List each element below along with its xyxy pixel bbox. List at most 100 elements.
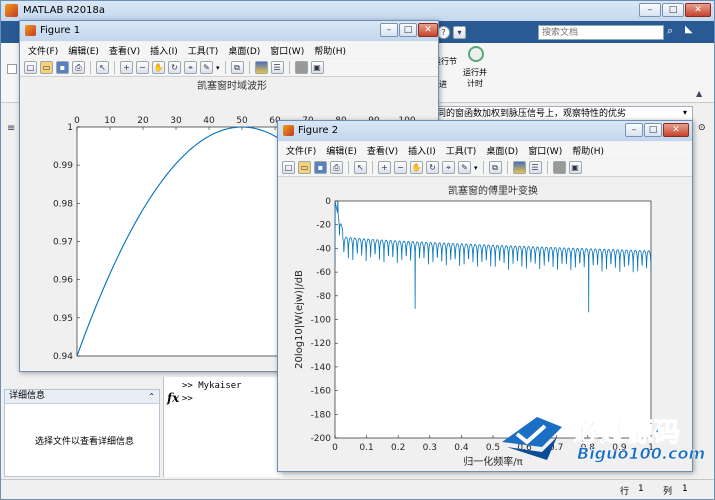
command-history-line: >> Mykaiser: [182, 381, 242, 391]
search-icon[interactable]: ⌕: [667, 24, 681, 39]
details-empty-text: 选择文件以查看详细信息: [35, 437, 135, 447]
figure2-title-bar: Figure 2 – □ ✕: [278, 121, 692, 141]
pan-icon[interactable]: ✋: [410, 161, 423, 174]
qa-dropdown-icon[interactable]: ▾: [453, 25, 466, 39]
data-cursor-icon[interactable]: ⌖: [184, 61, 197, 74]
command-window[interactable]: >> Mykaiser fx >>: [163, 377, 283, 477]
menu-item-6[interactable]: 窗口(W): [528, 144, 562, 157]
menu-item-1[interactable]: 编辑(E): [68, 44, 99, 57]
figure1-y-tick-label: 0.97: [53, 238, 73, 248]
hide-plot-tools-icon[interactable]: [294, 61, 308, 74]
menu-item-2[interactable]: 查看(V): [367, 144, 398, 157]
brush-icon[interactable]: ✎: [200, 61, 213, 74]
open-file-icon[interactable]: ▭: [40, 61, 53, 74]
new-figure-icon[interactable]: □: [24, 61, 37, 74]
show-plot-tools-icon[interactable]: ▣: [310, 61, 324, 74]
minimize-button[interactable]: –: [639, 3, 661, 17]
menu-item-0[interactable]: 文件(F): [286, 144, 316, 157]
data-cursor-icon[interactable]: ⌖: [442, 161, 455, 174]
link-plot-icon[interactable]: ⧉: [488, 161, 502, 174]
menu-item-7[interactable]: 帮助(H): [572, 144, 604, 157]
rotate-icon[interactable]: ↻: [426, 161, 439, 174]
figure1-x-tick-label: 10: [104, 116, 116, 126]
ribbon-advance-label[interactable]: 进: [439, 79, 447, 90]
toolbar-separator: [546, 161, 548, 174]
close-button[interactable]: ✕: [685, 3, 711, 17]
menu-item-5[interactable]: 桌面(D): [228, 44, 260, 57]
figure2-menubar: 文件(F) 编辑(E) 查看(V) 插入(I) 工具(T) 桌面(D) 窗口(W) 帮助(H): [278, 142, 692, 158]
left-panel-icon[interactable]: [7, 64, 17, 74]
legend-icon[interactable]: ☰: [528, 161, 542, 174]
figure2-y-tick-label: -180: [311, 410, 332, 420]
zoom-out-icon[interactable]: −: [136, 61, 149, 74]
save-icon[interactable]: ▪: [314, 161, 327, 174]
menu-item-5[interactable]: 桌面(D): [486, 144, 518, 157]
brush-dropdown-icon[interactable]: ▾: [216, 64, 220, 72]
menu-item-3[interactable]: 插入(I): [150, 44, 178, 57]
menu-item-2[interactable]: 查看(V): [109, 44, 140, 57]
menu-item-3[interactable]: 插入(I): [408, 144, 436, 157]
rotate-icon[interactable]: ↻: [168, 61, 181, 74]
left-panel-list-icon[interactable]: ≡: [7, 123, 15, 134]
menu-item-4[interactable]: 工具(T): [446, 144, 477, 157]
panel-options-icon[interactable]: ⊙: [698, 123, 706, 133]
colorbar-icon[interactable]: [512, 161, 526, 174]
brush-dropdown-icon[interactable]: ▾: [474, 164, 478, 172]
matlab-logo-icon: [5, 4, 18, 17]
menu-item-1[interactable]: 编辑(E): [326, 144, 357, 157]
edit-plot-icon[interactable]: ↖: [96, 61, 109, 74]
figure1-minimize-button[interactable]: –: [380, 23, 398, 37]
hide-plot-tools-icon[interactable]: [552, 161, 566, 174]
status-col-value: 1: [682, 484, 688, 494]
show-plot-tools-icon[interactable]: ▣: [568, 161, 582, 174]
zoom-in-icon[interactable]: +: [120, 61, 133, 74]
search-docs-input[interactable]: [538, 25, 664, 40]
figure1-maximize-button[interactable]: □: [399, 23, 417, 37]
open-file-icon[interactable]: ▭: [298, 161, 311, 174]
figure1-y-tick-label: 0.96: [53, 276, 73, 286]
fx-icon[interactable]: fx: [167, 391, 179, 405]
details-panel-header[interactable]: 详细信息 ⌃: [5, 390, 159, 404]
figure1-matlab-icon: [25, 25, 36, 36]
watermark-logo-icon: [502, 417, 562, 460]
figure2-y-tick-label: -20: [316, 221, 331, 231]
menu-item-4[interactable]: 工具(T): [188, 44, 219, 57]
legend-icon[interactable]: ☰: [270, 61, 284, 74]
colorbar-icon[interactable]: [254, 61, 268, 74]
figure2-x-tick-label: 0: [332, 443, 338, 453]
figure2-matlab-icon: [283, 125, 294, 136]
figure1-close-button[interactable]: ✕: [418, 23, 438, 37]
notification-icon[interactable]: ◣: [685, 24, 699, 39]
ribbon-run-advance-label[interactable]: 运行并 计时: [463, 67, 487, 89]
link-plot-icon[interactable]: ⧉: [230, 61, 244, 74]
command-prompt[interactable]: >>: [182, 394, 193, 404]
run-and-time-icon[interactable]: [468, 46, 484, 62]
menu-item-6[interactable]: 窗口(W): [270, 44, 304, 57]
toolbar-separator: [248, 61, 250, 74]
figure2-maximize-button[interactable]: □: [644, 123, 662, 137]
figure2-y-tick-label: -100: [311, 316, 332, 326]
figure2-minimize-button[interactable]: –: [625, 123, 643, 137]
figure1-y-tick-label: 0.95: [53, 314, 73, 324]
new-figure-icon[interactable]: □: [282, 161, 295, 174]
details-collapse-icon[interactable]: ⌃: [148, 390, 155, 403]
zoom-in-icon[interactable]: +: [378, 161, 391, 174]
save-icon[interactable]: ▪: [56, 61, 69, 74]
menu-item-7[interactable]: 帮助(H): [314, 44, 346, 57]
brush-icon[interactable]: ✎: [458, 161, 471, 174]
zoom-out-icon[interactable]: −: [394, 161, 407, 174]
figure1-title-bar: Figure 1 – □ ✕: [20, 21, 438, 41]
main-window-title: MATLAB R2018a: [23, 5, 106, 16]
toolbar-separator: [90, 61, 91, 74]
pan-icon[interactable]: ✋: [152, 61, 165, 74]
print-icon[interactable]: ⎙: [72, 61, 85, 74]
edit-plot-icon[interactable]: ↖: [354, 161, 367, 174]
figure2-y-tick-label: -140: [311, 363, 332, 373]
ribbon-collapse-icon[interactable]: ▲: [696, 89, 702, 98]
maximize-button[interactable]: □: [662, 3, 684, 17]
figure2-close-button[interactable]: ✕: [663, 123, 689, 137]
menu-item-0[interactable]: 文件(F): [28, 44, 58, 57]
details-panel-title: 详细信息: [9, 391, 46, 401]
hint-dropdown-icon[interactable]: ▾: [683, 108, 687, 117]
print-icon[interactable]: ⎙: [330, 161, 343, 174]
